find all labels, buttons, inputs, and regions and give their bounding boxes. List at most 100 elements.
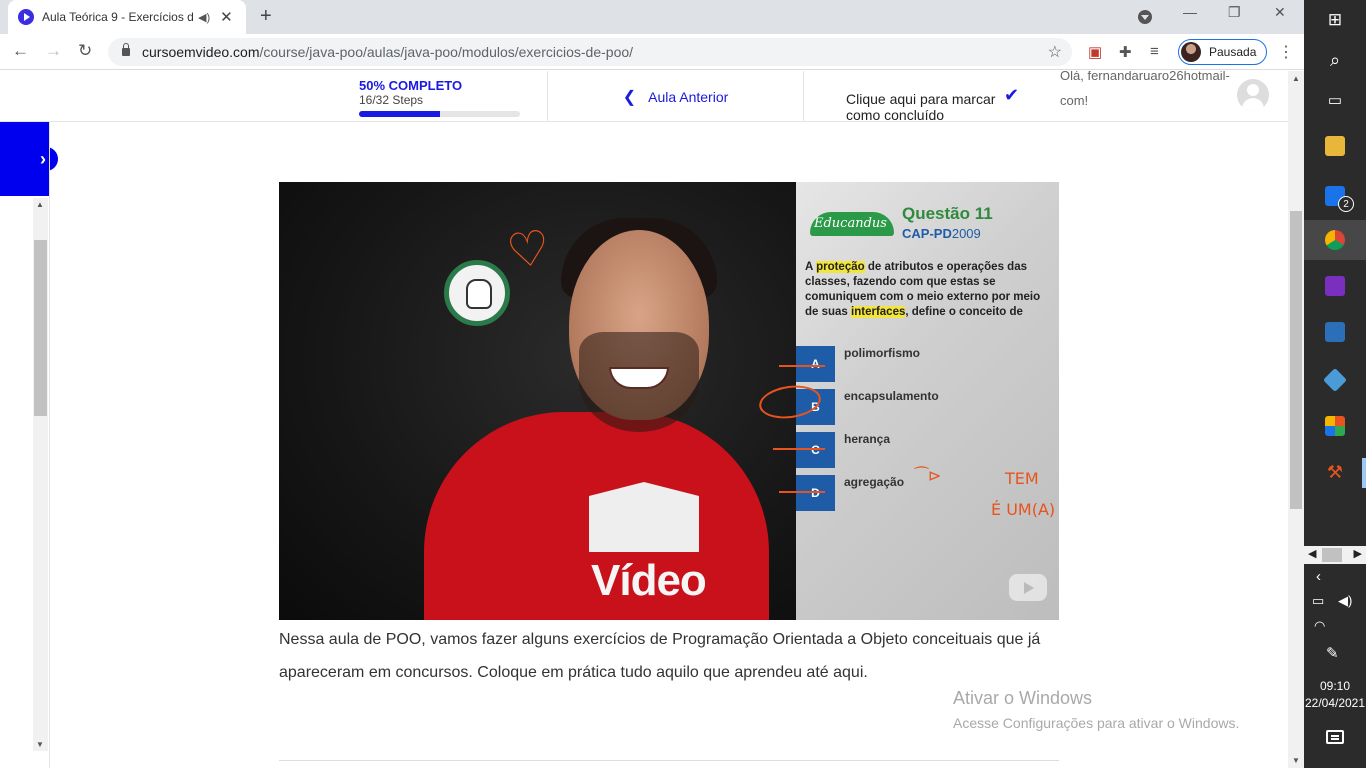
progress-title: 50% COMPLETO — [359, 78, 463, 93]
speaker-icon[interactable]: ◀) — [198, 11, 210, 24]
onenote-icon — [1325, 276, 1345, 296]
sidebar-scroll-thumb[interactable] — [34, 240, 47, 416]
question-slide: Educandus Questão 11 CAP-PD2009 A proteç… — [796, 182, 1059, 620]
browser-tab-active[interactable]: Aula Teórica 9 - Exercícios de POO ◀) ✕ — [8, 0, 246, 34]
notification-center-icon[interactable] — [1326, 730, 1344, 744]
search-icon: ⌕ — [1329, 49, 1341, 70]
chrome-button[interactable] — [1304, 220, 1366, 260]
scroll-left-arrow-icon[interactable]: ◀ — [1308, 547, 1316, 560]
question-source: CAP-PD2009 — [902, 226, 981, 241]
file-explorer-button[interactable] — [1304, 126, 1366, 166]
minimize-button[interactable]: — — [1183, 4, 1197, 20]
office-app-button[interactable] — [1304, 406, 1366, 446]
cube-app-button[interactable] — [1304, 360, 1366, 400]
pen-workspace-icon[interactable]: ✎ — [1326, 644, 1339, 662]
option-c: C herança — [796, 432, 1059, 468]
windows-activation-subtitle: Acesse Configurações para ativar o Windo… — [953, 715, 1240, 731]
option-text: herança — [844, 432, 891, 446]
option-b: B encapsulamento — [796, 389, 1059, 425]
scroll-down-arrow-icon[interactable]: ▼ — [36, 740, 44, 749]
windows-activation-title: Ativar o Windows — [953, 688, 1093, 708]
lesson-video-player[interactable]: Vídeo ♡ Educandus Questão 11 CAP-PD2009 … — [279, 182, 1059, 620]
forward-button[interactable]: → — [45, 41, 62, 61]
extension-shield-icon[interactable]: ▣ — [1088, 43, 1102, 61]
app-button[interactable] — [1304, 312, 1366, 352]
extensions-puzzle-icon[interactable]: ✚ — [1119, 43, 1132, 61]
option-letter: C — [796, 432, 835, 468]
option-letter: A — [796, 346, 835, 382]
pen-mark — [773, 448, 825, 450]
page-scrollbar[interactable]: ▲ ▼ — [1288, 71, 1304, 768]
logo-text: Educandus — [814, 216, 887, 231]
profile-label: Pausada — [1209, 45, 1257, 59]
profile-button[interactable]: Pausada — [1178, 39, 1268, 65]
mark-complete-button[interactable]: Clique aqui para marcar como concluído ✔ — [804, 71, 1060, 122]
option-letter: D — [796, 475, 835, 511]
progress-bar-fill — [359, 111, 440, 117]
progress-bar — [359, 111, 520, 117]
search-button[interactable]: ⌕ — [1304, 40, 1366, 80]
media-control-icon[interactable]: ≡ — [1150, 43, 1159, 60]
task-view-button[interactable]: ▭ — [1304, 80, 1366, 120]
close-window-button[interactable]: ✕ — [1274, 4, 1286, 21]
tab-close-icon[interactable]: ✕ — [220, 8, 233, 26]
course-topbar: 50% COMPLETO 16/32 Steps ❮ Aula Anterior… — [0, 71, 1288, 122]
option-text: agregação — [844, 475, 905, 489]
lock-icon[interactable] — [122, 43, 130, 56]
chrome-icon — [1325, 230, 1345, 250]
browser-menu-icon[interactable]: ⋮ — [1278, 42, 1294, 62]
arrow-drawing-icon: ⁀⊳ — [915, 466, 942, 485]
tab-title: Aula Teórica 9 - Exercícios de POO — [42, 10, 194, 24]
cube-icon — [1322, 367, 1348, 393]
taskbar-scrollbar[interactable]: ◀ ▶ — [1304, 546, 1366, 564]
task-view-icon: ▭ — [1327, 92, 1343, 109]
back-button[interactable]: ← — [12, 41, 29, 61]
previous-lesson-button[interactable]: ❮ Aula Anterior — [548, 71, 803, 122]
bookmark-star-icon[interactable]: ☆ — [1048, 42, 1062, 62]
profile-avatar — [1181, 42, 1201, 62]
new-tab-button[interactable]: + — [260, 5, 272, 28]
battery-icon[interactable]: ▭ — [1312, 593, 1324, 609]
onenote-button[interactable] — [1304, 266, 1366, 306]
sidebar-toggle-button[interactable]: › — [0, 122, 58, 196]
lesson-description: Nessa aula de POO, vamos fazer alguns ex… — [279, 631, 1041, 681]
mail-button[interactable]: 2 — [1304, 176, 1366, 216]
show-hidden-icons-chevron-icon[interactable]: ‹ — [1316, 568, 1321, 585]
tab-search-icon[interactable] — [1138, 10, 1152, 24]
heart-drawing-icon: ♡ — [503, 221, 554, 280]
taskbar-clock-time[interactable]: 09:10 — [1304, 679, 1366, 693]
scroll-up-arrow-icon[interactable]: ▲ — [36, 200, 44, 209]
annotation-tem: TEM — [1005, 469, 1039, 488]
taskbar-scroll-thumb[interactable] — [1322, 548, 1342, 562]
volume-icon[interactable]: ◀) — [1338, 593, 1352, 609]
question-text-part: A — [805, 261, 817, 273]
question-year: 2009 — [951, 226, 981, 241]
scroll-up-arrow-icon[interactable]: ▲ — [1292, 74, 1300, 83]
browser-toolbar: ← → ↻ cursoemvideo.com/course/java-poo/a… — [0, 34, 1304, 70]
user-avatar-icon[interactable] — [1237, 79, 1269, 111]
question-highlight: proteção — [816, 261, 865, 273]
restore-button[interactable]: ❐ — [1228, 4, 1241, 21]
scroll-right-arrow-icon[interactable]: ▶ — [1354, 547, 1362, 560]
url-path: /course/java-poo/aulas/java-poo/modulos/… — [259, 44, 634, 60]
shirt-logo-icon — [589, 482, 699, 552]
youtube-logo-icon — [1009, 574, 1047, 601]
play-favicon-icon — [18, 9, 34, 25]
tools-app-button[interactable]: ⚒ — [1304, 452, 1366, 492]
option-text: polimorfismo — [844, 346, 921, 360]
sidebar-scrollbar[interactable]: ▲ ▼ — [33, 198, 48, 751]
content-divider — [279, 760, 1059, 761]
tools-icon: ⚒ — [1326, 461, 1344, 482]
network-icon[interactable]: ◠ — [1314, 618, 1325, 634]
scroll-down-arrow-icon[interactable]: ▼ — [1292, 756, 1300, 765]
taskbar-clock-date[interactable]: 22/04/2021 — [1304, 696, 1366, 710]
reload-button[interactable]: ↻ — [78, 41, 92, 61]
windows-start-button[interactable]: ⊞ — [1304, 0, 1366, 40]
page-scroll-thumb[interactable] — [1290, 211, 1302, 509]
question-source-name: CAP-PD — [902, 226, 952, 241]
browser-tabbar: Aula Teórica 9 - Exercícios de POO ◀) ✕ … — [0, 0, 1304, 34]
chevron-right-icon: › — [28, 147, 58, 171]
address-bar[interactable]: cursoemvideo.com/course/java-poo/aulas/j… — [108, 38, 1072, 66]
pen-mark — [779, 365, 825, 367]
pen-mark — [779, 491, 825, 493]
